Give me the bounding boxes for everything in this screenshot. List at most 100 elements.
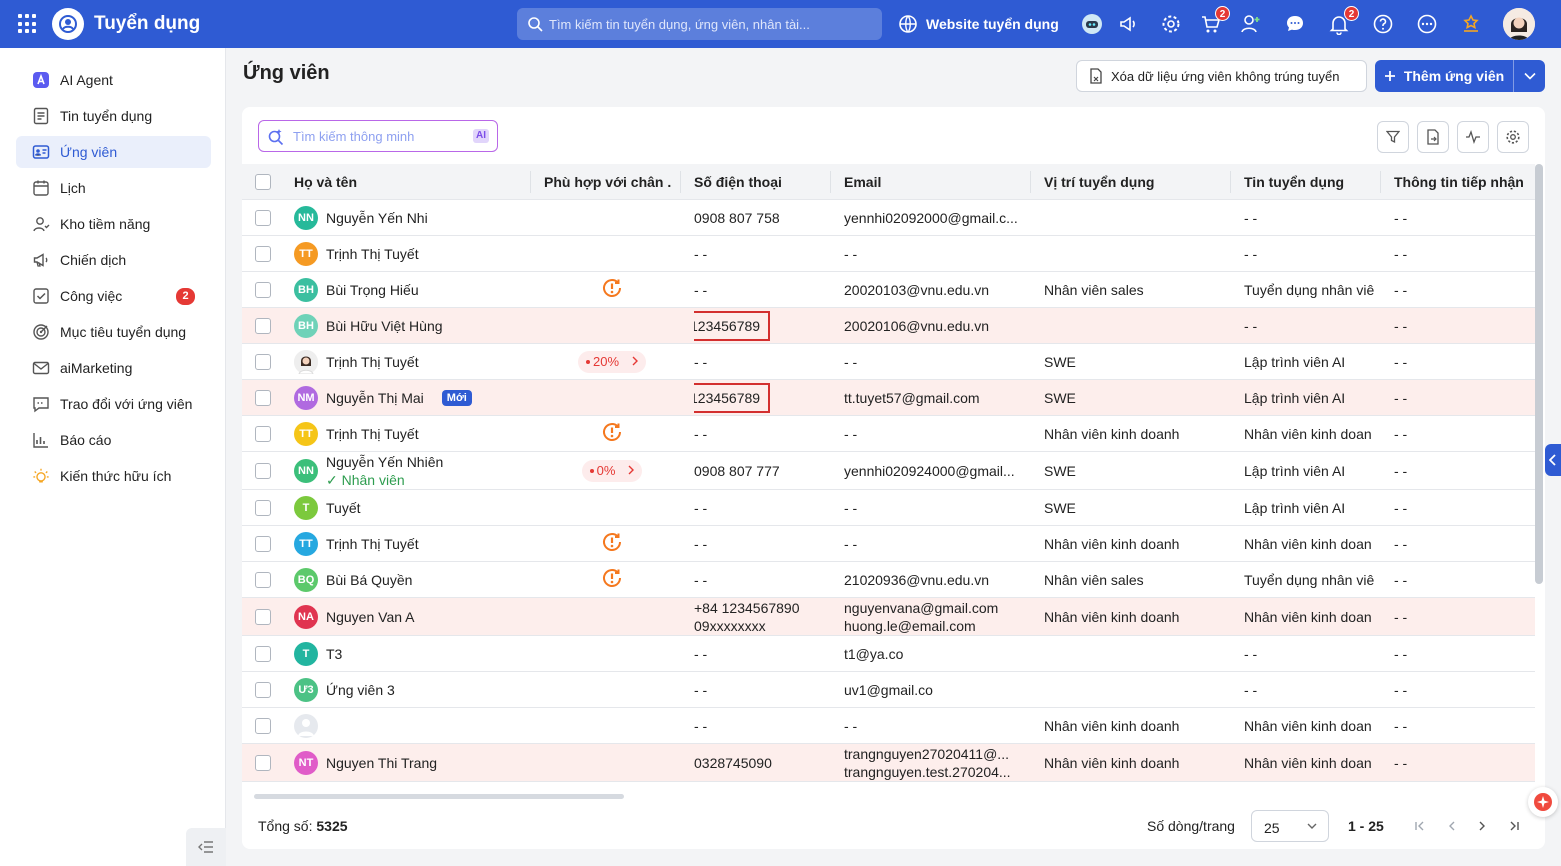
horizontal-scrollbar[interactable] bbox=[254, 794, 624, 799]
match-pending-icon[interactable] bbox=[601, 421, 623, 446]
candidate-name[interactable]: Trịnh Thị Tuyết bbox=[326, 354, 419, 370]
table-row[interactable]: TT Trịnh Thị Tuyết - - - - Nhân viên kinh do… bbox=[242, 526, 1535, 562]
sidebar-item-campaigns[interactable]: Chiến dịch bbox=[16, 244, 211, 276]
candidate-name[interactable]: Nguyễn Yến Nhiên bbox=[326, 453, 443, 471]
rows-per-page-select[interactable]: 25 bbox=[1251, 810, 1329, 842]
vertical-scrollbar[interactable] bbox=[1535, 164, 1543, 584]
sidebar-item-talent-pool[interactable]: Kho tiềm năng bbox=[16, 208, 211, 240]
smart-search-input[interactable] bbox=[293, 121, 463, 151]
table-row[interactable]: TT Trịnh Thị Tuyết - - - - Nhân viên kinh do… bbox=[242, 416, 1535, 452]
candidate-name[interactable]: Trịnh Thị Tuyết bbox=[326, 426, 419, 442]
candidate-name[interactable]: Nguyễn Thị Mai bbox=[326, 390, 424, 406]
sidebar-item-recruit-goals[interactable]: Mục tiêu tuyển dụng bbox=[16, 316, 211, 348]
location-pin-icon[interactable] bbox=[1459, 12, 1483, 36]
clear-rejected-candidates-button[interactable]: Xóa dữ liệu ứng viên không trúng tuyển bbox=[1076, 60, 1367, 92]
table-settings-button[interactable] bbox=[1497, 121, 1529, 153]
sidebar-item-ai-agent[interactable]: AI Agent bbox=[16, 64, 211, 96]
add-candidate-button[interactable]: Thêm ứng viên bbox=[1375, 60, 1545, 92]
row-checkbox[interactable] bbox=[255, 354, 271, 370]
match-pending-icon[interactable] bbox=[601, 567, 623, 592]
table-row[interactable]: Trịnh Thị Tuyết 20% - - - - SWE Lập trình viê… bbox=[242, 344, 1535, 380]
candidate-name-cell[interactable]: BH Bùi Trọng Hiếu bbox=[294, 272, 530, 307]
candidate-name-cell[interactable]: TT Trịnh Thị Tuyết bbox=[294, 416, 530, 451]
sidebar-item-candidate-chat[interactable]: Trao đổi với ứng viên bbox=[16, 388, 211, 420]
match-score-pill[interactable]: 20% bbox=[577, 350, 647, 373]
prev-page-icon[interactable] bbox=[1442, 816, 1462, 836]
match-pending-icon[interactable] bbox=[601, 531, 623, 556]
add-candidate-dropdown[interactable] bbox=[1514, 60, 1545, 92]
candidate-name-cell[interactable]: Trịnh Thị Tuyết bbox=[294, 344, 530, 379]
match-pending-icon[interactable] bbox=[601, 277, 623, 302]
candidate-name-cell[interactable]: NT Nguyen Thi Trang bbox=[294, 744, 530, 781]
collapse-sidebar-button[interactable] bbox=[186, 828, 226, 866]
candidate-name-cell[interactable]: BQ Bùi Bá Quyền bbox=[294, 562, 530, 597]
help-icon[interactable] bbox=[1371, 12, 1395, 36]
table-row[interactable]: BH Bùi Hữu Việt Hùng 123456789 20020106@vnu… bbox=[242, 308, 1535, 344]
announcement-icon[interactable] bbox=[1116, 12, 1140, 36]
sidebar-item-aimarketing[interactable]: aiMarketing bbox=[16, 352, 211, 384]
candidate-name[interactable]: Tuyết bbox=[326, 500, 361, 516]
candidate-name-cell[interactable] bbox=[294, 708, 530, 743]
last-page-icon[interactable] bbox=[1504, 816, 1524, 836]
col-header-phone[interactable]: Số điện thoại bbox=[694, 164, 824, 199]
col-header-position[interactable]: Vị trí tuyển dụng bbox=[1044, 164, 1224, 199]
bot-avatar-icon[interactable] bbox=[1080, 12, 1104, 36]
row-checkbox[interactable] bbox=[255, 536, 271, 552]
sidebar-item-calendar[interactable]: Lịch bbox=[16, 172, 211, 204]
row-checkbox[interactable] bbox=[255, 246, 271, 262]
candidate-name[interactable]: Nguyen Van A bbox=[326, 609, 414, 625]
candidate-name-cell[interactable]: NA Nguyen Van A bbox=[294, 598, 530, 635]
candidate-name[interactable]: Trịnh Thị Tuyết bbox=[326, 246, 419, 262]
row-checkbox[interactable] bbox=[255, 210, 271, 226]
global-search-input[interactable] bbox=[549, 8, 874, 40]
messages-icon[interactable] bbox=[1283, 12, 1307, 36]
row-checkbox[interactable] bbox=[255, 318, 271, 334]
table-row[interactable]: BQ Bùi Bá Quyền - - 21020936@vnu.edu.vn Nhân… bbox=[242, 562, 1535, 598]
candidate-name-cell[interactable]: NM Nguyễn Thị Mai Mới bbox=[294, 380, 530, 415]
smart-search[interactable]: AI bbox=[258, 120, 498, 152]
next-page-icon[interactable] bbox=[1472, 816, 1492, 836]
table-row[interactable]: NA Nguyen Van A +84 1234567890 09xxxxxxxx ng… bbox=[242, 598, 1535, 636]
add-user-icon[interactable] bbox=[1239, 12, 1263, 36]
ai-assistant-button[interactable] bbox=[1528, 787, 1558, 817]
candidate-name-cell[interactable]: NN Nguyễn Yến Nhi bbox=[294, 200, 530, 235]
candidate-name-cell[interactable]: TT Trịnh Thị Tuyết bbox=[294, 236, 530, 271]
table-row[interactable]: NT Nguyen Thi Trang 0328745090 trangnguyen2… bbox=[242, 744, 1535, 782]
row-checkbox[interactable] bbox=[255, 646, 271, 662]
table-row[interactable]: TT Trịnh Thị Tuyết - - - - - - - - bbox=[242, 236, 1535, 272]
app-grid-icon[interactable] bbox=[18, 14, 38, 34]
candidate-name[interactable]: T3 bbox=[326, 646, 342, 662]
row-checkbox[interactable] bbox=[255, 282, 271, 298]
table-row[interactable]: BH Bùi Trọng Hiếu - - 20020103@vnu.edu.vn Nh… bbox=[242, 272, 1535, 308]
candidate-name-cell[interactable]: BH Bùi Hữu Việt Hùng bbox=[294, 308, 530, 343]
row-checkbox[interactable] bbox=[255, 718, 271, 734]
col-header-intake-info[interactable]: Thông tin tiếp nhận bbox=[1394, 164, 1534, 199]
website-link[interactable]: Website tuyển dụng bbox=[898, 14, 1059, 34]
activity-button[interactable] bbox=[1457, 121, 1489, 153]
col-header-job-post[interactable]: Tin tuyển dụng bbox=[1244, 164, 1374, 199]
notification-bell-icon[interactable]: 2 bbox=[1327, 6, 1359, 36]
candidate-name-cell[interactable]: TT Trịnh Thị Tuyết bbox=[294, 526, 530, 561]
candidate-name-cell[interactable]: T T3 bbox=[294, 636, 530, 671]
row-checkbox[interactable] bbox=[255, 572, 271, 588]
candidate-name-cell[interactable]: NN Nguyễn Yến Nhiên ✓ Nhân viên bbox=[294, 452, 530, 489]
first-page-icon[interactable] bbox=[1410, 816, 1430, 836]
user-avatar[interactable] bbox=[1503, 8, 1535, 40]
sidebar-item-tasks[interactable]: Công việc 2 bbox=[16, 280, 211, 312]
table-row[interactable]: T Tuyết - - - - SWE Lập trình viên AI - - bbox=[242, 490, 1535, 526]
row-checkbox[interactable] bbox=[255, 500, 271, 516]
col-header-email[interactable]: Email bbox=[844, 164, 1024, 199]
export-button[interactable] bbox=[1417, 121, 1449, 153]
candidate-name[interactable]: Nguyen Thi Trang bbox=[326, 755, 437, 771]
candidate-name-cell[interactable]: Ư3 Ứng viên 3 bbox=[294, 672, 530, 707]
more-options-icon[interactable] bbox=[1415, 12, 1439, 36]
candidate-name-cell[interactable]: T Tuyết bbox=[294, 490, 530, 525]
candidate-name[interactable]: Bùi Trọng Hiếu bbox=[326, 282, 419, 298]
sidebar-item-knowledge[interactable]: Kiến thức hữu ích bbox=[16, 460, 211, 492]
add-candidate-main[interactable]: Thêm ứng viên bbox=[1375, 60, 1513, 92]
candidate-name[interactable]: Bùi Bá Quyền bbox=[326, 572, 412, 588]
global-search[interactable] bbox=[517, 8, 882, 40]
row-checkbox[interactable] bbox=[255, 426, 271, 442]
settings-gear-icon[interactable] bbox=[1159, 12, 1183, 36]
row-checkbox[interactable] bbox=[255, 755, 271, 771]
